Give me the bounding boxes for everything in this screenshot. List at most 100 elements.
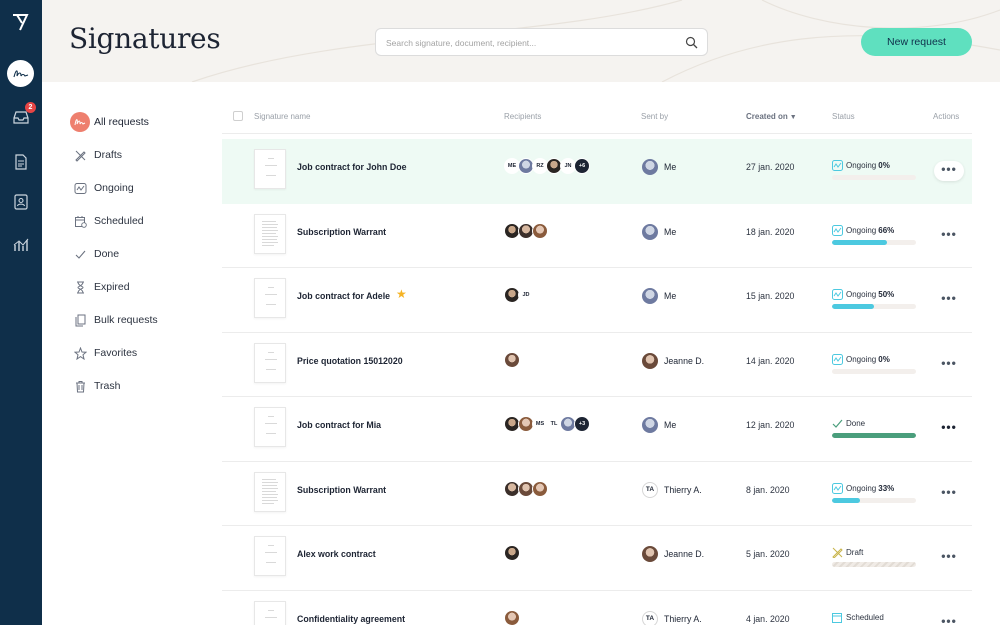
document-thumbnail (254, 278, 286, 318)
more-actions-button[interactable]: ••• (934, 613, 964, 625)
nav-item-trash[interactable]: Trash (70, 375, 210, 397)
ongoing-icon (832, 289, 843, 300)
status-cell: Draft (832, 547, 917, 567)
signature-name[interactable]: Alex work contract (297, 549, 376, 559)
sender-name: Me (664, 226, 677, 237)
created-date: 15 jan. 2020 (746, 291, 795, 301)
more-actions-button[interactable]: ••• (934, 226, 964, 246)
more-actions-button[interactable]: ••• (934, 484, 964, 504)
table-row[interactable]: Alex work contract Jeanne D. 5 jan. 2020… (222, 526, 972, 591)
more-recipients-badge[interactable]: +3 (574, 416, 590, 432)
recipient-avatar (504, 351, 520, 368)
document-thumbnail (254, 407, 286, 447)
status-label: Ongoing (846, 354, 877, 364)
nav-item-expired[interactable]: Expired (70, 276, 210, 298)
status-percent: 50% (878, 290, 895, 299)
nav-label: Expired (94, 281, 130, 293)
search-input[interactable] (386, 35, 676, 51)
document-thumbnail (254, 342, 286, 383)
table-row[interactable]: Subscription Warrant Me 18 jan. 2020 Ong… (222, 204, 972, 268)
nav-item-scheduled[interactable]: Scheduled (70, 210, 210, 232)
new-request-button[interactable]: New request (861, 28, 972, 56)
page-header: Signatures New request (42, 0, 1000, 82)
sender-avatar (642, 417, 658, 433)
progress-bar (832, 433, 916, 438)
sender-avatar (642, 223, 658, 240)
sender-avatar (642, 288, 658, 304)
nav-item-drafts[interactable]: Drafts (70, 144, 210, 166)
column-header-name[interactable]: Signature name (254, 112, 310, 121)
sent-by: TA Thierry A. (642, 481, 702, 499)
more-actions-button[interactable]: ••• (934, 548, 964, 568)
status-label: Draft (846, 548, 864, 557)
table-row[interactable]: Job contract for John Doe ME RZ JN +6 Me… (222, 139, 972, 204)
signature-name[interactable]: Job contract for Mia (297, 420, 381, 430)
signature-name[interactable]: Job contract for John Doe (297, 162, 406, 172)
contacts-icon[interactable] (12, 193, 30, 211)
progress-bar (832, 304, 916, 309)
signature-icon (12, 69, 28, 77)
signature-name[interactable]: Subscription Warrant (297, 485, 386, 495)
more-actions-button[interactable]: ••• (934, 290, 964, 310)
sender-name: Me (664, 420, 677, 430)
recipient-avatar (504, 545, 520, 561)
select-all-checkbox[interactable] (233, 111, 243, 121)
signature-name[interactable]: Price quotation 15012020 (297, 356, 403, 366)
created-date: 4 jan. 2020 (746, 613, 790, 624)
status-cell: Ongoing 33% (832, 482, 917, 503)
recipient-avatar: JD (518, 287, 534, 303)
analytics-icon[interactable] (12, 236, 30, 254)
recipients-list (504, 222, 548, 241)
table-row[interactable]: Job contract for Mia MS TL +3 Me 12 jan.… (222, 397, 972, 462)
table-row[interactable]: Price quotation 15012020 Jeanne D. 14 ja… (222, 333, 972, 397)
document-icon[interactable] (12, 153, 30, 171)
yousign-logo-icon[interactable] (11, 12, 31, 32)
signatures-app-icon[interactable] (7, 60, 34, 87)
signature-name[interactable]: Subscription Warrant (297, 227, 386, 237)
nav-item-ongoing[interactable]: Ongoing (70, 177, 210, 199)
nav-label: Favorites (94, 347, 138, 359)
status-label: Ongoing (846, 161, 877, 170)
sent-by: TA Thierry A. (642, 610, 702, 625)
signature-name[interactable]: Job contract for Adele (297, 291, 390, 301)
nav-label: Bulk requests (94, 314, 158, 326)
nav-item-bulk-requests[interactable]: Bulk requests (70, 309, 210, 331)
ongoing-icon (832, 353, 843, 365)
document-thumbnail (254, 149, 286, 189)
recipients-list (504, 480, 548, 499)
table-row[interactable]: Job contract for Adele ★ JD Me 15 jan. 2… (222, 268, 972, 333)
column-header-recipients: Recipients (504, 112, 542, 121)
sent-by: Jeanne D. (642, 545, 704, 563)
signature-icon (70, 112, 90, 132)
nav-item-done[interactable]: Done (70, 243, 210, 265)
search-box[interactable] (375, 28, 708, 56)
status-percent: 33% (878, 483, 895, 493)
recipients-list (504, 545, 520, 563)
column-header-created-on[interactable]: Created on ▼ (746, 112, 797, 121)
status-cell: Ongoing 0% (832, 160, 917, 180)
star-icon (70, 343, 90, 363)
column-header-actions: Actions (933, 112, 960, 121)
hourglass-icon (70, 277, 90, 297)
more-actions-button[interactable]: ••• (934, 161, 964, 181)
more-actions-button[interactable]: ••• (934, 355, 964, 375)
sender-name: Thierry A. (664, 484, 702, 495)
nav-item-favorites[interactable]: Favorites (70, 342, 210, 364)
sender-avatar (642, 546, 658, 562)
status-label: Scheduled (846, 612, 884, 622)
nav-item-all-requests[interactable]: All requests (70, 111, 210, 133)
favorite-star-icon[interactable]: ★ (396, 287, 407, 301)
sort-desc-icon: ▼ (789, 114, 797, 121)
table-row[interactable]: Subscription Warrant TA Thierry A. 8 jan… (222, 462, 972, 526)
created-date: 18 jan. 2020 (746, 226, 795, 237)
nav-label: Trash (94, 380, 121, 392)
column-header-status: Status (832, 112, 855, 121)
more-actions-button[interactable]: ••• (934, 419, 964, 439)
more-recipients-badge[interactable]: +6 (574, 158, 590, 174)
progress-bar (832, 368, 916, 374)
check-icon (70, 244, 90, 264)
search-icon[interactable] (685, 36, 698, 49)
table-row[interactable]: Confidentiality agreement TA Thierry A. … (222, 591, 972, 625)
nav-label: Ongoing (94, 182, 134, 194)
signature-name[interactable]: Confidentiality agreement (297, 614, 405, 624)
